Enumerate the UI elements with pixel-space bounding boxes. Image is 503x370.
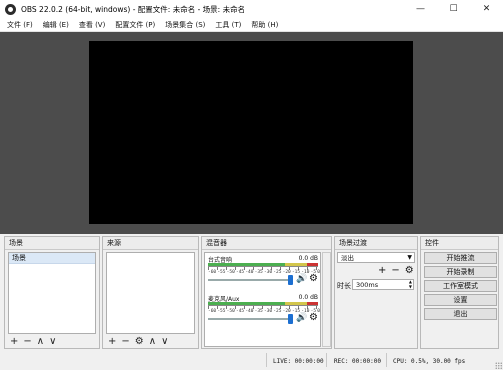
tick-label: -25 [273,270,282,275]
scene-transitions-dock: 场景过渡 淡出 ▼ + − ⚙ 时长 300ms ▲ ▼ [334,236,418,349]
sources-dock-title: 来源 [103,237,198,250]
window-title: OBS 22.0.2 (64-bit, windows) - 配置文件: 未命名… [21,4,246,14]
remove-scene-button[interactable]: − [23,337,31,347]
start-streaming-button[interactable]: 开始推流 [424,252,497,264]
studio-mode-button[interactable]: 工作室模式 [424,280,497,292]
tick-label: -25 [273,309,282,314]
live-timer: LIVE: 00:00:00 [273,357,324,365]
obs-logo-icon [5,3,16,15]
tick-label: -30 [263,309,273,314]
settings-button[interactable]: 设置 [424,294,497,306]
menu-bar: 文件 (F) 编辑 (E) 查看 (V) 配置文件 (P) 场景集合 (S) 工… [0,18,503,32]
menu-view[interactable]: 查看 (V) [79,20,105,30]
speaker-icon[interactable]: 🔊 [296,274,307,284]
tick-label: -30 [263,270,273,275]
duration-value: 300ms [356,281,379,289]
preview-area [0,32,503,234]
duration-spinbox[interactable]: 300ms ▲ ▼ [352,279,414,290]
transition-select-value: 淡出 [341,254,354,262]
remove-source-button[interactable]: − [121,337,129,347]
scenes-toolbar: + − ∧ ∨ [10,336,61,348]
mixer-channel-desktop: 台式音响 0.0 dB -60 -55 -50 -45 -40 -35 -30 … [205,254,320,294]
window-controls: — ☐ ✕ [404,0,503,18]
rec-timer: REC: 00:00:00 [334,357,381,365]
menu-edit[interactable]: 编辑 (E) [43,20,69,30]
status-bar: LIVE: 00:00:00 REC: 00:00:00 CPU: 0.5%, … [0,352,503,370]
channel-db: 0.0 dB [298,255,318,262]
add-transition-button[interactable]: + [378,265,386,276]
sources-dock: 来源 + − ⚙ ∧ ∨ [102,236,199,349]
menu-help[interactable]: 帮助 (H) [251,20,278,30]
add-source-button[interactable]: + [108,337,116,347]
maximize-button[interactable]: ☐ [437,0,470,18]
add-scene-button[interactable]: + [10,337,18,347]
scenes-dock-title: 场景 [5,237,99,250]
preview-canvas[interactable] [89,41,413,224]
tick-label: -50 [226,309,235,314]
menu-profile[interactable]: 配置文件 (P) [115,20,155,30]
transition-toolbar: + − ⚙ [378,265,419,276]
mixer-dock-title: 混音器 [202,237,331,250]
resize-grip[interactable] [495,362,502,369]
sources-list[interactable] [106,252,195,334]
mixer-scrollbar[interactable] [322,252,331,347]
channel-gear-icon[interactable]: ⚙ [309,273,318,284]
cpu-fps-readout: CPU: 0.5%, 30.00 fps [393,357,466,365]
volume-slider-track[interactable] [208,279,292,281]
speaker-icon[interactable]: 🔊 [296,313,307,323]
move-source-down-button[interactable]: ∨ [161,337,168,347]
tick-label: -45 [235,309,245,314]
menu-tools[interactable]: 工具 (T) [215,20,241,30]
mixer-channel-list: 台式音响 0.0 dB -60 -55 -50 -45 -40 -35 -30 … [204,252,321,347]
title-bar: OBS 22.0.2 (64-bit, windows) - 配置文件: 未命名… [0,0,503,18]
mixer-channel-mic: 麦克风/Aux 0.0 dB -60 -55 -50 -45 -40 -35 -… [205,293,320,333]
menu-scene-collection[interactable]: 场景集合 (S) [165,20,205,30]
minimize-button[interactable]: — [404,0,437,18]
controls-dock: 控件 开始推流 开始录制 工作室模式 设置 退出 [420,236,499,349]
remove-transition-button[interactable]: − [391,265,399,276]
tick-label: -60 [208,270,217,275]
source-properties-gear-icon[interactable]: ⚙ [135,337,144,347]
tick-label: -35 [254,309,263,314]
scenes-list[interactable]: 场景 [8,252,96,334]
dropdown-arrow-icon: ▼ [407,254,412,261]
spin-arrows-icon[interactable]: ▲ ▼ [409,279,412,289]
tick-label: -60 [208,309,217,314]
tick-label: -35 [254,270,263,275]
tick-label: -40 [245,270,254,275]
close-button[interactable]: ✕ [470,0,503,18]
transitions-dock-title: 场景过渡 [335,237,417,250]
audio-mixer-dock: 混音器 台式音响 0.0 dB -60 -55 -50 -45 -40 -35 … [201,236,332,349]
channel-db: 0.0 dB [298,294,318,301]
start-recording-button[interactable]: 开始录制 [424,266,497,278]
move-source-up-button[interactable]: ∧ [149,337,156,347]
scenes-dock: 场景 场景 + − ∧ ∨ [4,236,100,349]
tick-label: -55 [217,309,226,314]
volume-slider-track[interactable] [208,318,292,320]
volume-slider-handle[interactable] [288,314,293,324]
transition-gear-icon[interactable]: ⚙ [405,265,414,276]
exit-button[interactable]: 退出 [424,308,497,320]
transition-select[interactable]: 淡出 ▼ [337,252,415,263]
move-scene-down-button[interactable]: ∨ [49,337,56,347]
tick-label: -55 [217,270,226,275]
scene-list-item[interactable]: 场景 [9,253,95,264]
tick-label: -40 [245,309,254,314]
controls-dock-title: 控件 [421,237,498,250]
move-scene-up-button[interactable]: ∧ [37,337,44,347]
tick-label: -45 [235,270,245,275]
channel-gear-icon[interactable]: ⚙ [309,312,318,323]
menu-file[interactable]: 文件 (F) [7,20,33,30]
volume-slider-handle[interactable] [288,275,293,285]
tick-label: -50 [226,270,235,275]
sources-toolbar: + − ⚙ ∧ ∨ [108,336,173,348]
duration-label: 时长 [337,282,351,290]
